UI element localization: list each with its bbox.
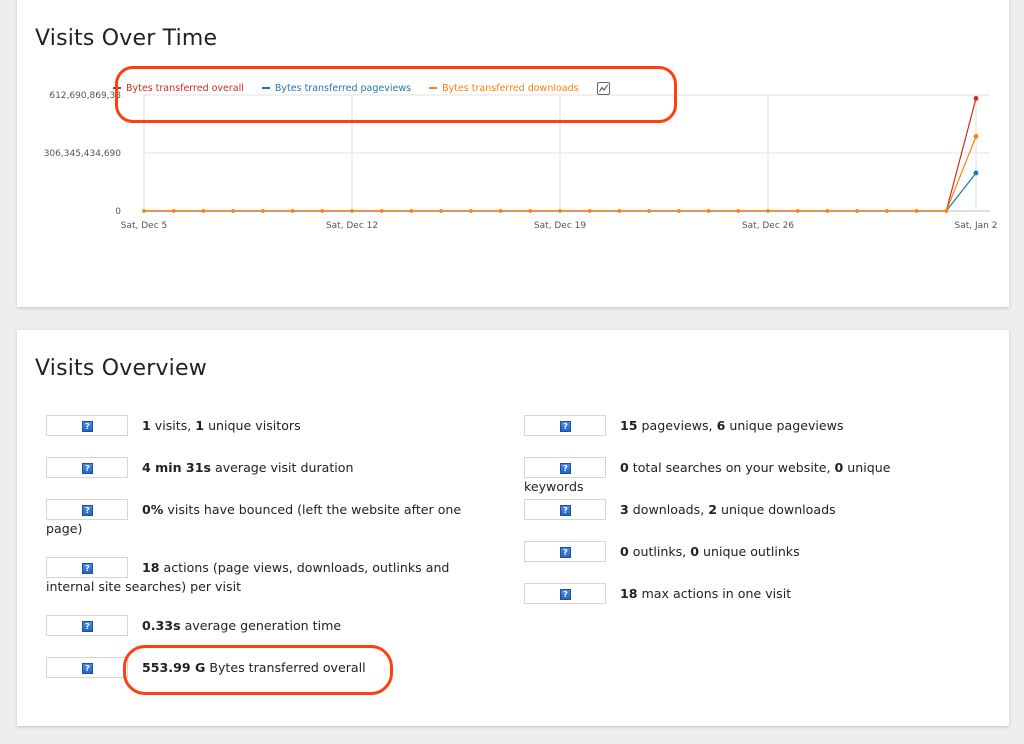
metric-label: average generation time <box>180 618 342 633</box>
legend-swatch-overall <box>113 87 121 89</box>
data-point-downloads <box>825 209 830 213</box>
data-point-downloads <box>290 209 295 213</box>
data-point-downloads <box>320 209 325 213</box>
data-point-pageviews <box>973 170 979 176</box>
legend-item-pageviews[interactable]: Bytes transferred pageviews <box>261 82 412 94</box>
metric-value: 0 <box>620 544 629 559</box>
data-point-downloads <box>439 209 444 213</box>
metric-label: total searches on your website, <box>628 460 835 475</box>
data-point-downloads <box>231 209 236 213</box>
metric-label: Bytes transferred overall <box>205 660 366 675</box>
data-point-downloads <box>706 209 711 213</box>
metric-label: visits, <box>150 418 196 433</box>
y-tick-label: 0 <box>115 207 121 217</box>
visits-over-time-chart[interactable]: 0 306,345,434,690 612,690,869,38 Sat, Dec 5… <box>0 0 1024 310</box>
metric-text: 0 total searches on your website, 0 uniq… <box>524 458 944 496</box>
metric-text: 553.99 G Bytes transferred overall <box>46 658 466 677</box>
visits-overview-title: Visits Overview <box>35 356 207 381</box>
metric-value: 6 <box>716 418 726 433</box>
metric-value: 0.33s <box>142 618 181 633</box>
metric-value: 15 <box>620 418 638 433</box>
metric-value: 2 <box>708 502 717 517</box>
data-point-downloads <box>973 134 979 139</box>
data-point-downloads <box>379 209 384 213</box>
metric-value: 0% <box>142 502 164 517</box>
metric-value: 553.99 G <box>142 660 206 675</box>
metric-value: 18 <box>142 560 160 575</box>
metric-label: average visit duration <box>210 460 354 475</box>
metric-text: 0 outlinks, 0 unique outlinks <box>524 542 944 561</box>
metric-value: 0 <box>834 460 844 475</box>
metric-value: 0 <box>690 544 699 559</box>
x-tick-label: Sat, Dec 26 <box>742 221 794 231</box>
metric-label: downloads, <box>628 502 709 517</box>
metric-text: 3 downloads, 2 unique downloads <box>524 500 944 519</box>
data-point-downloads <box>766 209 770 213</box>
x-tick-label: Sat, Jan 2 <box>955 221 998 231</box>
metric-label: visits have bounced (left the website af… <box>46 502 462 536</box>
data-point-downloads <box>587 209 592 213</box>
data-point-downloads <box>350 209 354 213</box>
data-point-downloads <box>468 209 473 213</box>
data-point-downloads <box>260 209 265 213</box>
data-point-downloads <box>409 209 414 213</box>
metric-value: 4 min 31s <box>142 460 211 475</box>
chart-legend: Bytes transferred overall Bytes transfer… <box>113 81 610 95</box>
data-point-downloads <box>142 209 146 213</box>
metric-label: unique pageviews <box>725 418 844 433</box>
metric-label: unique downloads <box>717 502 836 517</box>
data-point-downloads <box>914 209 919 213</box>
data-point-downloads <box>647 209 652 213</box>
legend-swatch-pageviews <box>261 87 270 89</box>
data-point-overall <box>973 95 979 101</box>
chart-type-icon[interactable] <box>596 81 610 95</box>
metric-label: outlinks, <box>628 544 691 559</box>
metric-value: 0 <box>620 460 629 475</box>
metric-label: unique visitors <box>204 418 301 433</box>
metric-label: pageviews, <box>637 418 717 433</box>
metric-text: 18 max actions in one visit <box>524 584 944 603</box>
metric-value: 18 <box>620 586 638 601</box>
legend-label-downloads: Bytes transferred downloads <box>442 82 579 94</box>
data-point-downloads <box>736 209 741 213</box>
legend-item-downloads[interactable]: Bytes transferred downloads <box>429 83 579 94</box>
data-point-downloads <box>617 209 622 213</box>
metric-label: actions (page views, downloads, outlinks… <box>46 560 450 594</box>
data-point-downloads <box>944 209 949 213</box>
data-point-downloads <box>795 209 800 213</box>
data-point-downloads <box>498 209 503 213</box>
data-point-downloads <box>884 209 889 213</box>
x-tick-label: Sat, Dec 19 <box>534 221 586 231</box>
metric-text: 15 pageviews, 6 unique pageviews <box>524 416 944 435</box>
metric-value: 1 <box>142 418 151 433</box>
data-point-downloads <box>676 209 681 213</box>
metric-label: max actions in one visit <box>637 586 792 601</box>
x-tick-label: Sat, Dec 12 <box>326 221 378 231</box>
data-point-downloads <box>201 209 206 213</box>
metric-text: 0.33s average generation time <box>46 616 466 635</box>
data-point-downloads <box>855 209 860 213</box>
legend-item-overall[interactable]: Bytes transferred overall <box>113 83 244 94</box>
legend-label-pageviews: Bytes transferred pageviews <box>274 82 412 94</box>
x-tick-label: Sat, Dec 5 <box>121 221 167 231</box>
metric-label: unique outlinks <box>699 544 800 559</box>
data-point-downloads <box>528 209 533 213</box>
metric-text: 18 actions (page views, downloads, outli… <box>46 558 466 596</box>
legend-label-overall: Bytes transferred overall <box>126 82 244 94</box>
data-point-downloads <box>558 209 562 213</box>
data-point-downloads <box>171 209 176 213</box>
y-tick-label: 306,345,434,690 <box>44 149 122 159</box>
metric-text: 1 visits, 1 unique visitors <box>46 416 466 435</box>
metric-value: 1 <box>195 418 205 433</box>
y-tick-label: 612,690,869,38 <box>49 91 121 101</box>
metric-text: 0% visits have bounced (left the website… <box>46 500 466 538</box>
metric-text: 4 min 31s average visit duration <box>46 458 466 477</box>
metric-value: 3 <box>620 502 629 517</box>
legend-swatch-downloads <box>429 87 438 89</box>
